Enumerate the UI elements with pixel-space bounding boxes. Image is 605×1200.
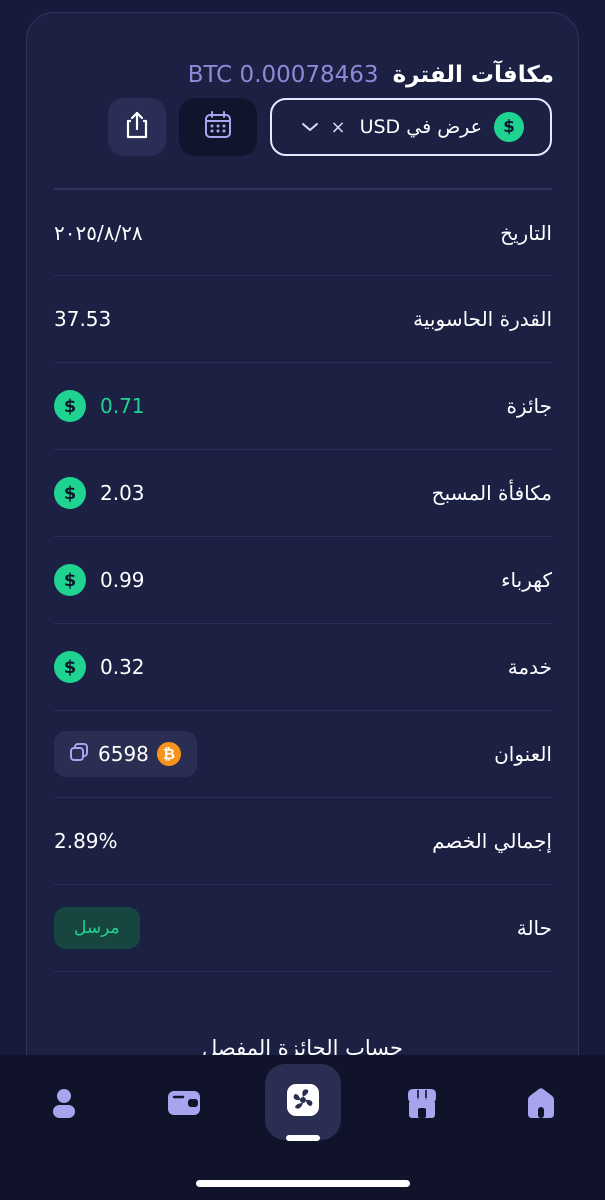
- card-header: مكافآت الفترة BTC 0.00078463: [51, 57, 554, 93]
- address-value: 6598: [98, 742, 149, 766]
- dollar-icon: $: [54, 651, 86, 683]
- wallet-icon: [166, 1088, 202, 1122]
- pool-reward-value: 2.03: [100, 481, 145, 505]
- row-date: التاريخ ٢٠٢٥/٨/٢٨: [54, 188, 552, 275]
- row-status: حالة مرسل: [54, 884, 552, 971]
- shop-icon: [405, 1086, 439, 1124]
- details-list: التاريخ ٢٠٢٥/٨/٢٨ القدرة الحاسوبية 37.53…: [54, 188, 552, 972]
- controls-bar: $ عرض في USD ×: [108, 98, 552, 156]
- row-value: 37.53: [54, 276, 111, 362]
- row-label: التاريخ: [500, 220, 552, 245]
- row-value: $ 0.71: [54, 363, 145, 449]
- view-currency-select[interactable]: $ عرض في USD ×: [270, 98, 552, 156]
- share-button[interactable]: [108, 98, 166, 156]
- chevron-down-icon[interactable]: [301, 121, 319, 133]
- row-value: $ 2.03: [54, 450, 145, 536]
- dollar-icon: $: [494, 112, 524, 142]
- miner-fan-icon: [285, 1082, 321, 1122]
- row-value: 6598 ₿: [54, 711, 197, 797]
- row-value: 2.89%: [54, 798, 118, 884]
- date-value: ٢٠٢٥/٨/٢٨: [54, 220, 143, 245]
- address-copy-chip[interactable]: 6598 ₿: [54, 731, 197, 777]
- nav-miner[interactable]: [265, 1064, 341, 1140]
- row-divider: [54, 971, 552, 972]
- deduction-value: 2.89%: [54, 829, 118, 853]
- row-value: $ 0.32: [54, 624, 145, 710]
- row-pool-reward: مكافأة المسبح $ 2.03: [54, 449, 552, 536]
- clear-currency-button[interactable]: ×: [331, 117, 346, 138]
- row-value: مرسل: [54, 885, 140, 971]
- row-label: إجمالي الخصم: [432, 829, 552, 853]
- row-electricity: كهرباء $ 0.99: [54, 536, 552, 623]
- row-hashrate: القدرة الحاسوبية 37.53: [54, 275, 552, 362]
- nav-shop[interactable]: [402, 1085, 442, 1125]
- row-value: $ 0.99: [54, 537, 145, 623]
- calendar-button[interactable]: [179, 98, 257, 156]
- dollar-icon: $: [54, 564, 86, 596]
- copy-icon[interactable]: [68, 741, 90, 768]
- period-reward-amount: BTC 0.00078463: [187, 62, 379, 88]
- dollar-icon: $: [54, 390, 86, 422]
- row-label: القدرة الحاسوبية: [413, 307, 552, 331]
- row-label: حالة: [516, 916, 552, 940]
- status-badge: مرسل: [54, 907, 140, 949]
- row-label: خدمة: [507, 655, 552, 679]
- bottom-nav: [0, 1055, 605, 1200]
- row-label: مكافأة المسبح: [431, 481, 552, 505]
- row-label: جائزة: [506, 394, 552, 418]
- row-total-deduction: إجمالي الخصم 2.89%: [54, 797, 552, 884]
- row-label: كهرباء: [501, 568, 552, 592]
- profile-icon: [50, 1087, 78, 1123]
- prize-value: 0.71: [100, 394, 145, 418]
- row-service: خدمة $ 0.32: [54, 623, 552, 710]
- row-prize: جائزة $ 0.71: [54, 362, 552, 449]
- row-label: العنوان: [494, 742, 552, 766]
- nav-profile[interactable]: [44, 1085, 84, 1125]
- page-title: مكافآت الفترة: [392, 62, 554, 88]
- dollar-icon: $: [54, 477, 86, 509]
- calendar-icon: [203, 110, 233, 144]
- row-address: العنوان 6598 ₿: [54, 710, 552, 797]
- nav-wallet[interactable]: [164, 1085, 204, 1125]
- nav-home[interactable]: [521, 1085, 561, 1125]
- home-indicator: [196, 1180, 410, 1187]
- row-value: ٢٠٢٥/٨/٢٨: [54, 190, 143, 275]
- active-tab-indicator: [286, 1135, 320, 1141]
- bitcoin-icon: ₿: [156, 742, 181, 766]
- hashrate-value: 37.53: [54, 307, 112, 331]
- home-icon: [524, 1086, 558, 1124]
- electricity-value: 0.99: [100, 568, 145, 592]
- share-icon: [121, 109, 153, 145]
- service-value: 0.32: [100, 655, 145, 679]
- view-currency-label: عرض في USD: [359, 116, 482, 138]
